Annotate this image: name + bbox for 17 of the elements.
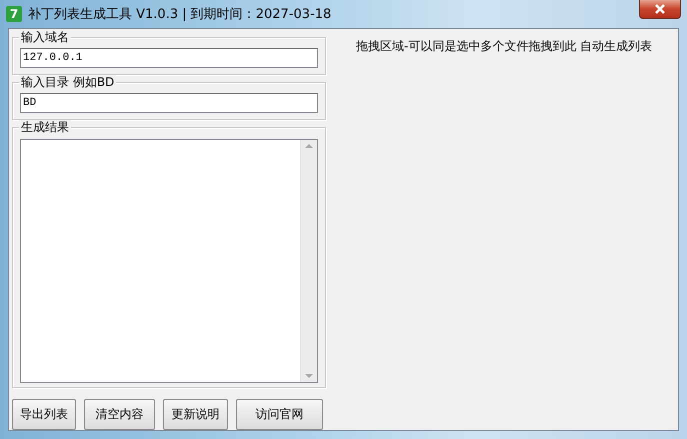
group-label: 输入目录 例如BD xyxy=(19,75,116,90)
close-button[interactable] xyxy=(639,0,681,19)
action-button[interactable]: 导出列表 xyxy=(12,399,76,430)
window-title: 补丁列表生成工具 V1.0.3 | 到期时间：2027-03-18 xyxy=(28,6,332,23)
app-icon: 7 xyxy=(6,6,22,22)
group-label: 输入域名 xyxy=(19,30,71,45)
close-icon[interactable] xyxy=(654,4,666,14)
scroll-up-icon[interactable] xyxy=(305,144,313,148)
scroll-down-icon[interactable] xyxy=(305,374,313,378)
drop-area-hint: 拖拽区域-可以同是选中多个文件拖拽到此 自动生成列表 xyxy=(356,38,654,55)
action-button[interactable]: 清空内容 xyxy=(84,399,155,430)
input-field[interactable]: BD xyxy=(20,93,318,113)
scrollbar[interactable] xyxy=(300,140,317,382)
action-button[interactable]: 更新说明 xyxy=(163,399,228,430)
action-button[interactable]: 访问官网 xyxy=(236,399,323,430)
group-label: 生成结果 xyxy=(19,120,71,135)
input-field[interactable]: 127.0.0.1 xyxy=(20,48,318,68)
